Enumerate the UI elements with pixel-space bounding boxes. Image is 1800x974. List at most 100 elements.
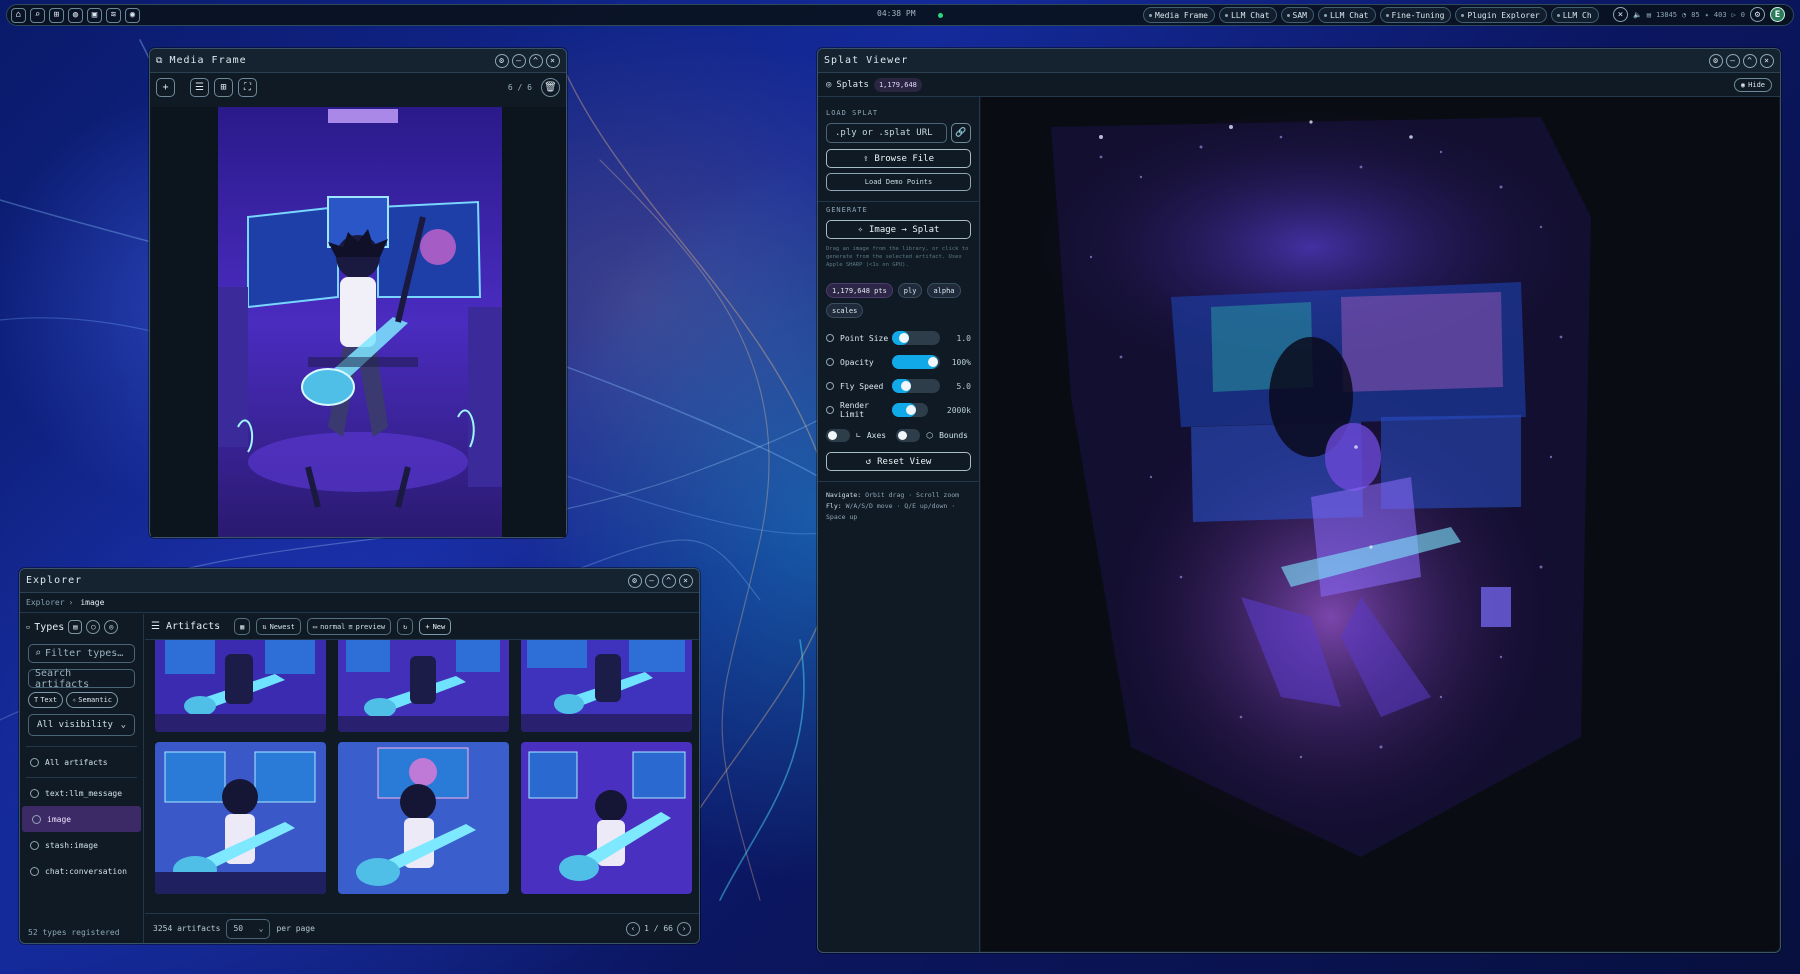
delete-button[interactable]: 🗑	[541, 77, 560, 97]
minimize-icon[interactable]: –	[1726, 53, 1740, 68]
dot-icon	[1224, 13, 1228, 17]
image-to-splat-button[interactable]: ✧ Image → Splat	[826, 220, 971, 239]
artifact-thumbnail[interactable]	[521, 742, 692, 894]
slider-label: Opacity	[840, 357, 874, 367]
grid-icon[interactable]: ▤	[68, 620, 83, 634]
divider	[26, 777, 137, 778]
load-demo-button[interactable]: Load Demo Points	[826, 173, 971, 191]
layers-icon[interactable]: ≋	[106, 7, 121, 23]
bounds-toggle[interactable]	[896, 429, 921, 442]
window-icon[interactable]: ▣	[87, 7, 102, 23]
layout-toggle-button[interactable]: ▦	[234, 618, 251, 635]
slider-track[interactable]	[892, 331, 940, 345]
add-button[interactable]: +	[156, 77, 175, 97]
text-mode-pill[interactable]: T Text	[28, 692, 64, 708]
type-item-all[interactable]: All artifacts	[20, 749, 143, 775]
grid-view-button[interactable]: ⊞	[214, 77, 233, 97]
settings-icon[interactable]: ⚙	[628, 573, 642, 588]
slider-knob[interactable]	[928, 357, 938, 367]
search-artifacts-input[interactable]: Search artifacts	[28, 667, 135, 690]
volume-icon[interactable]: 🔈	[1633, 11, 1642, 19]
search-icon[interactable]: ⌕	[30, 7, 45, 23]
per-page-select[interactable]: 50 ⌄	[226, 918, 271, 939]
user-icon[interactable]: ◯	[86, 620, 101, 634]
artifact-count: 3254 artifacts	[153, 924, 221, 933]
explorer-sidebar: ▫ Types ▤ ◯ ◎ ⌕ Filter types… Search art…	[20, 614, 144, 943]
fullscreen-button[interactable]: ⛶	[238, 77, 257, 97]
window-titlebar[interactable]: ⧉ Media Frame ⚙ – ^ ×	[150, 49, 566, 73]
next-page-button[interactable]: ›	[677, 921, 691, 936]
type-icon	[30, 840, 39, 850]
minimize-icon[interactable]: –	[512, 53, 526, 68]
artifact-thumbnail[interactable]	[155, 742, 326, 894]
home-icon[interactable]: ⌂	[11, 7, 26, 23]
taskbar-tab[interactable]: LLM Ch	[1550, 7, 1599, 23]
plus-icon: +	[425, 622, 430, 631]
taskbar-tab[interactable]: LLM Chat	[1317, 7, 1376, 23]
splat-canvas[interactable]	[981, 97, 1779, 951]
slider-track[interactable]	[892, 355, 940, 369]
eye-icon[interactable]: ◎	[104, 620, 119, 634]
settings-icon[interactable]: ⚙	[1709, 53, 1723, 68]
slider-track[interactable]	[892, 403, 928, 417]
close-all-icon[interactable]: ×	[1613, 7, 1629, 22]
artifact-thumbnail[interactable]	[338, 742, 509, 894]
close-icon[interactable]: ×	[1760, 53, 1774, 68]
splat-subheader: ◎ Splats 1,179,648 ◉ Hide	[818, 73, 1780, 97]
taskbar-tab[interactable]: SAM	[1280, 7, 1314, 23]
media-frame-window: ⧉ Media Frame ⚙ – ^ × + ☰ ⊞ ⛶ 6 / 6 🗑	[149, 48, 567, 538]
list-view-button[interactable]: ☰	[190, 77, 209, 97]
divider	[818, 481, 979, 482]
type-item-stash-image[interactable]: stash:image	[20, 832, 143, 858]
globe-icon[interactable]: ◍	[68, 7, 83, 23]
browse-file-button[interactable]: ⇪ Browse File	[826, 149, 971, 168]
reset-view-button[interactable]: ↺ Reset View	[826, 452, 971, 471]
hide-panel-button[interactable]: ◉ Hide	[1733, 77, 1772, 92]
chevron-right-icon: ›	[68, 598, 74, 607]
window-titlebar[interactable]: Splat Viewer ⚙ – ^ ×	[818, 49, 1780, 73]
new-artifact-button[interactable]: + New	[419, 618, 452, 635]
window-titlebar[interactable]: Explorer ⚙ – ^ ×	[20, 569, 699, 593]
type-item-image[interactable]: image	[22, 806, 141, 832]
maximize-icon[interactable]: ^	[529, 53, 543, 68]
splat-url-input[interactable]: .ply or .splat URL	[826, 123, 947, 143]
view-mode-button[interactable]: ▭ normal ≡ preview	[306, 618, 392, 635]
close-icon[interactable]: ×	[546, 53, 560, 68]
type-item-conversation[interactable]: chat:conversation	[20, 858, 143, 884]
search-artifacts-placeholder: Search artifacts	[35, 667, 90, 690]
slider-track[interactable]	[892, 379, 940, 393]
breadcrumb-root[interactable]: Explorer	[26, 598, 65, 607]
refresh-button[interactable]: ↻	[397, 618, 414, 635]
explorer-window: Explorer ⚙ – ^ × Explorer › image ▫ Type…	[19, 568, 700, 944]
taskbar-tab[interactable]: Media Frame	[1143, 7, 1215, 23]
prev-page-button[interactable]: ‹	[626, 921, 641, 936]
taskbar-tab[interactable]: Fine-Tuning	[1379, 7, 1452, 23]
link-icon[interactable]: 🔗	[951, 123, 971, 143]
settings-icon[interactable]: ⚙	[1750, 7, 1765, 22]
gauge-icon	[826, 406, 834, 414]
artifact-thumbnail[interactable]	[155, 640, 326, 732]
type-item-llm-message[interactable]: text:llm_message	[20, 780, 143, 806]
axes-toggle[interactable]	[826, 429, 850, 442]
window-title: Media Frame	[169, 55, 247, 66]
avatar[interactable]: E	[1770, 7, 1785, 22]
visibility-select[interactable]: All visibility ⌄	[28, 714, 135, 736]
apps-icon[interactable]: ⊞	[49, 7, 64, 23]
close-icon[interactable]: ×	[679, 573, 693, 588]
media-image[interactable]	[218, 107, 502, 537]
taskbar-tab[interactable]: LLM Chat	[1218, 7, 1277, 23]
maximize-icon[interactable]: ^	[662, 573, 676, 588]
artifact-thumbnail[interactable]	[521, 640, 692, 732]
slider-knob[interactable]	[906, 405, 916, 415]
maximize-icon[interactable]: ^	[1743, 53, 1757, 68]
taskbar-tab[interactable]: Plugin Explorer	[1455, 7, 1547, 23]
minimize-icon[interactable]: –	[645, 573, 659, 588]
artifact-thumbnail[interactable]	[338, 640, 509, 732]
filter-types-input[interactable]: ⌕ Filter types…	[28, 644, 135, 663]
semantic-mode-pill[interactable]: ✧ Semantic	[66, 692, 119, 708]
points-tag: 1,179,648 pts	[826, 283, 893, 298]
sort-button[interactable]: ⇅ Newest	[256, 618, 301, 635]
eye-icon[interactable]: ◉	[125, 7, 140, 23]
window-title: Splat Viewer	[824, 55, 909, 66]
settings-icon[interactable]: ⚙	[495, 53, 509, 68]
